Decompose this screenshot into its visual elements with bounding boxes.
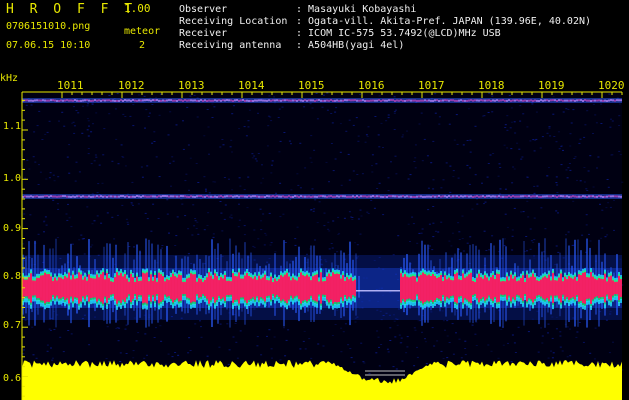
meteor-count: 2 [139,40,146,51]
x-tick-label: 1015 [298,79,325,92]
y-tick-label: 1.0 [3,173,22,184]
spectrogram [21,91,624,400]
location-value: : Ogata-vill. Akita-Pref. JAPAN (139.96E… [296,16,592,27]
y-tick-label: 1.1 [3,121,22,132]
x-tick-label: 1012 [118,79,145,92]
hrofft-window: H R O F F T 1.00 0706151010.png meteor 0… [0,0,629,400]
x-tick-label: 1014 [238,79,265,92]
receiver-value: : ICOM IC-575 53.7492(@LCD)MHz USB [296,28,501,39]
y-tick-label: 0.6 [3,373,22,384]
y-tick-label: 0.7 [3,320,22,331]
app-title: H R O F F T [6,2,137,17]
x-tick-label: 1016 [358,79,385,92]
signal-level-trace [22,360,622,400]
x-tick-label: 1019 [538,79,565,92]
meteor-label: meteor [124,26,161,37]
x-tick-label: 1013 [178,79,205,92]
app-version: 1.00 [124,2,151,15]
location-label: Receiving Location [179,16,288,27]
x-tick-label: 1017 [418,79,445,92]
y-axis-unit: kHz [0,73,19,84]
plot-area [22,92,622,400]
date-time: 07.06.15 10:10 [6,40,91,51]
observer-label: Observer [179,4,228,15]
antenna-label: Receiving antenna [179,40,282,51]
antenna-value: : A504HB(yagi 4el) [296,40,405,51]
x-tick-label: 1011 [57,79,84,92]
y-tick-label: 0.8 [3,271,22,282]
y-tick-label: 0.9 [3,223,22,234]
file-name: 0706151010.png [6,21,91,32]
observer-value: : Masayuki Kobayashi [296,4,417,15]
x-tick-label: 1018 [478,79,505,92]
receiver-label: Receiver [179,28,228,39]
x-tick-label: 1020 [598,79,625,92]
